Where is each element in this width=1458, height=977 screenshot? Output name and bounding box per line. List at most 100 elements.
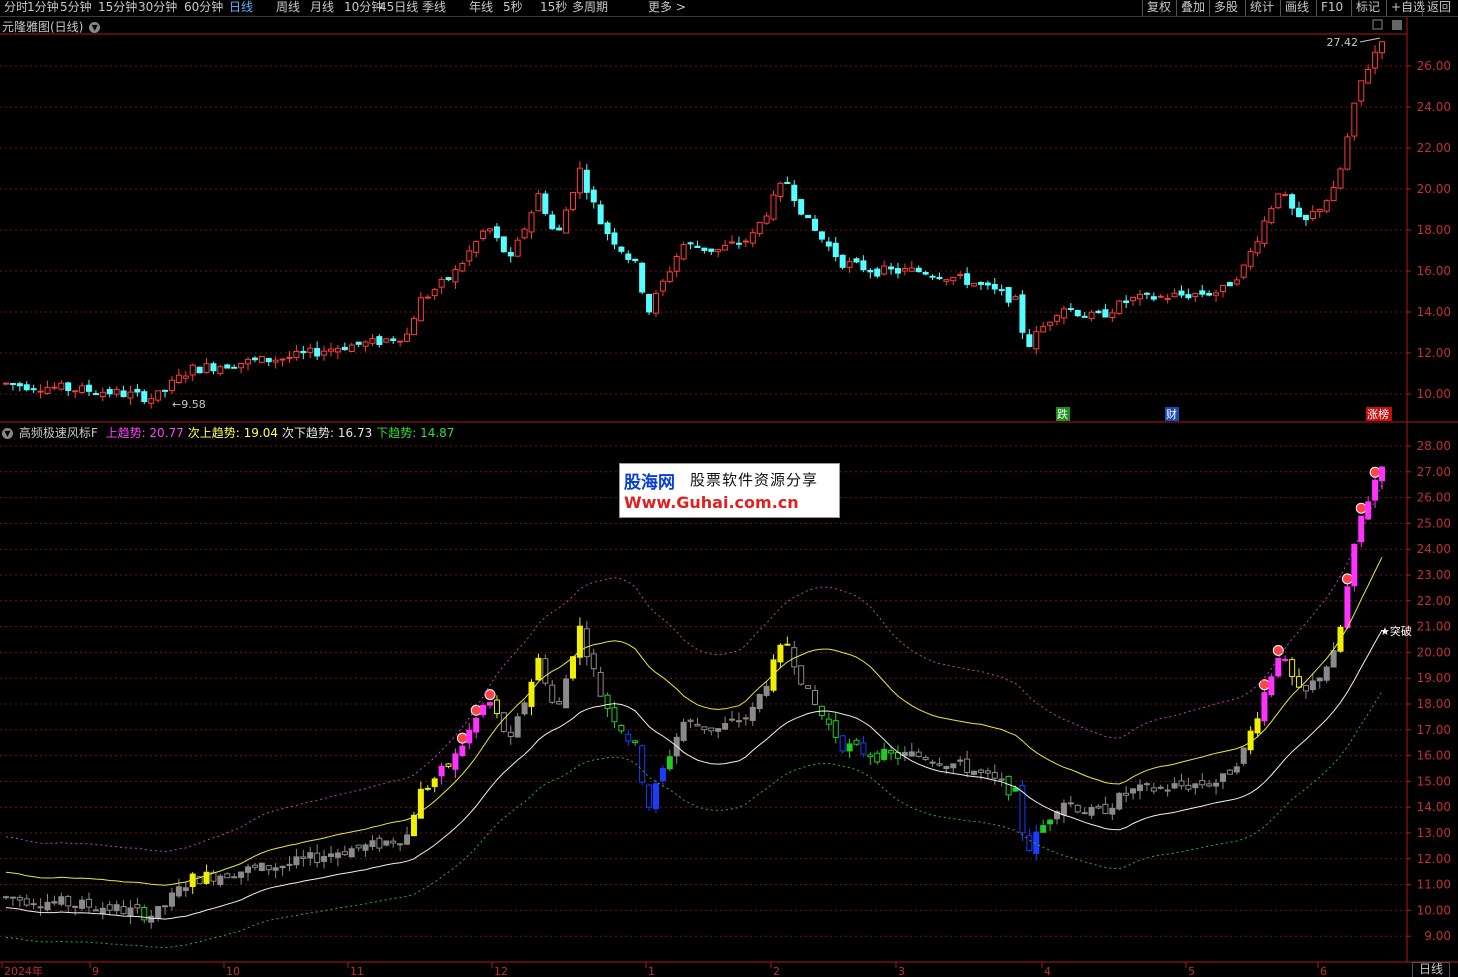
candle-body — [652, 292, 659, 314]
indicator-bar — [487, 702, 494, 706]
event-marker-label: 涨榜 — [1367, 407, 1389, 421]
candle-body — [964, 273, 971, 285]
period-tab-16[interactable]: 更多 > — [648, 0, 686, 16]
candle-body — [1309, 211, 1316, 219]
indicator-bar — [127, 907, 134, 916]
indicator-bar — [265, 865, 272, 871]
toolbar-button-6[interactable]: 标记 — [1351, 0, 1384, 16]
indicator-bar — [756, 693, 763, 710]
candle-body — [1302, 214, 1309, 221]
indicator-bar — [134, 904, 141, 909]
candle-body — [1268, 207, 1275, 224]
toolbar-button-3[interactable]: 统计 — [1245, 0, 1278, 16]
period-tab-13[interactable]: 5秒 — [503, 0, 523, 16]
period-tab-6[interactable]: 日线 — [229, 0, 253, 16]
indicator-bar — [321, 856, 328, 862]
toolbar-button-2[interactable]: 多股 — [1209, 0, 1242, 16]
candle-body — [839, 254, 846, 268]
candle-body — [438, 278, 445, 288]
indicator-bar — [1123, 792, 1130, 796]
period-tab-8[interactable]: 月线 — [310, 0, 334, 16]
toolbar-button-8[interactable]: 返回 — [1422, 0, 1455, 16]
toolbar-button-1[interactable]: 叠加 — [1176, 0, 1209, 16]
candle-body — [729, 241, 736, 244]
signal-dot-icon — [456, 732, 468, 744]
candle-body — [404, 333, 411, 342]
bottom-period-tab[interactable]: 日线 — [1411, 962, 1450, 977]
period-tab-11[interactable]: 季线 — [422, 0, 446, 16]
indicator-bar — [58, 896, 65, 905]
period-tab-1[interactable]: 1分钟 — [27, 0, 59, 16]
signal-dot-icon — [470, 704, 482, 716]
candle-body — [480, 230, 487, 240]
candle-body — [576, 167, 583, 194]
candle-body — [1067, 308, 1074, 311]
period-tab-4[interactable]: 30分钟 — [138, 0, 177, 16]
breakout-label: ★突破 — [1380, 624, 1412, 638]
indicator-bar — [44, 901, 51, 911]
toolbar-button-4[interactable]: 画线 — [1280, 0, 1313, 16]
candle-body — [632, 258, 639, 262]
indicator-bar — [1088, 807, 1095, 816]
candle-body — [1337, 168, 1344, 189]
indicator-bar — [210, 871, 217, 882]
candle-body — [611, 232, 618, 245]
period-tab-7[interactable]: 周线 — [276, 0, 300, 16]
period-tab-12[interactable]: 年线 — [469, 0, 493, 16]
period-tab-9[interactable]: 10分钟 — [344, 0, 383, 16]
second-lower-trend-line — [5, 629, 1383, 920]
toolbar-button-0[interactable]: 复权 — [1142, 0, 1175, 16]
indicator-bar — [991, 772, 998, 779]
indicator-bar — [521, 702, 528, 715]
candle-body — [168, 379, 175, 392]
indicator-bar — [922, 756, 929, 760]
indicator-bar — [314, 852, 321, 864]
candle-body — [286, 356, 293, 359]
indicator-menu-icon[interactable]: ▼ — [2, 428, 13, 439]
candle-body — [694, 245, 701, 248]
toolbar-button-5[interactable]: F10 — [1316, 0, 1347, 16]
period-tab-5[interactable]: 60分钟 — [184, 0, 223, 16]
period-tab-14[interactable]: 15秒 — [540, 0, 567, 16]
indicator-tick-label: 25.00 — [1417, 516, 1451, 530]
indicator-tick-label: 14.00 — [1417, 800, 1451, 814]
x-axis-label: 11 — [350, 965, 364, 977]
candle-body — [355, 341, 362, 345]
candle-body — [901, 267, 908, 272]
candle-body — [1351, 102, 1358, 137]
indicator-tick-label: 10.00 — [1417, 903, 1451, 917]
indicator-bar — [376, 837, 383, 849]
indicator-bar — [1316, 677, 1323, 682]
candle-body — [1206, 292, 1213, 296]
indicator-bar — [722, 723, 729, 730]
period-tab-3[interactable]: 15分钟 — [98, 0, 137, 16]
indicator-bar — [1150, 787, 1157, 792]
indicator-bar — [971, 770, 978, 775]
period-tab-0[interactable]: 分时 — [4, 0, 28, 16]
indicator-bars — [3, 466, 1385, 929]
candle-body — [715, 249, 722, 253]
watermark-logo: 股海网 — [624, 473, 675, 493]
dropdown-circle-icon[interactable]: ▼ — [89, 22, 101, 33]
indicator-bar — [1067, 802, 1074, 805]
indicator-bar — [514, 716, 521, 738]
watermark-banner: 股海网 股票软件资源分享 Www.Guhai.com.cn — [619, 463, 840, 518]
period-tab-2[interactable]: 5分钟 — [60, 0, 92, 16]
candle-body — [791, 184, 798, 202]
indicator-bar — [929, 761, 936, 764]
candle-body — [1047, 321, 1054, 326]
indicator-bar — [334, 852, 341, 858]
candle-body — [127, 391, 134, 399]
indicator-bar — [701, 726, 708, 731]
indicator-bar — [1054, 811, 1061, 820]
candle-body — [37, 390, 44, 393]
candle-body — [1219, 284, 1226, 292]
candle-body — [341, 346, 348, 351]
indicator-bar — [639, 745, 646, 783]
candle-body — [521, 228, 528, 239]
indicator-bar — [362, 844, 369, 851]
candle-body — [210, 363, 217, 372]
period-tab-10[interactable]: 45日线 — [379, 0, 418, 16]
event-marker-bg — [1056, 407, 1070, 421]
period-tab-15[interactable]: 多周期 — [572, 0, 608, 16]
